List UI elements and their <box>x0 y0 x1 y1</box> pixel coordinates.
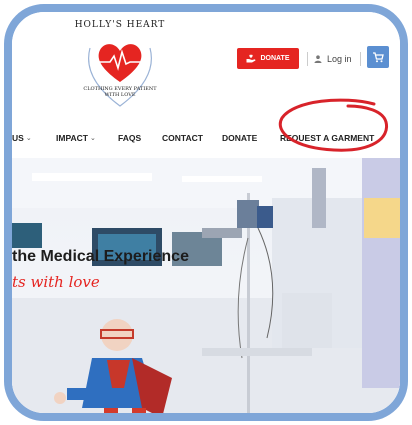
nav-item-faqs[interactable]: FAQS <box>118 133 141 143</box>
cart-button[interactable] <box>367 46 389 68</box>
user-icon <box>314 55 322 63</box>
login-link[interactable]: Log in <box>314 52 352 66</box>
login-label: Log in <box>327 54 352 64</box>
header-divider <box>307 52 308 66</box>
nav-item-us[interactable]: US ⌄ <box>12 133 32 143</box>
nav-item-contact[interactable]: CONTACT <box>162 133 203 143</box>
heart-logo-icon <box>88 44 152 107</box>
donate-button-label: DONATE <box>260 55 290 62</box>
hand-heart-icon <box>246 54 256 63</box>
donate-button[interactable]: DONATE <box>237 48 299 69</box>
nav-item-label: US <box>12 133 24 143</box>
chevron-down-icon: ⌄ <box>89 135 96 142</box>
nav-item-label: CONTACT <box>162 133 203 143</box>
chevron-down-icon: ⌄ <box>25 135 32 142</box>
nav-item-label: DONATE <box>222 133 258 143</box>
logo-tagline: CLOTHING EVERY PATIENT WITH LOVE <box>70 86 170 98</box>
nav-item-label: IMPACT <box>56 133 88 143</box>
screenshot-frame: HOLLY'S HEART CLOTHING EVERY PATIENT WIT… <box>4 4 408 421</box>
logo-tagline-line2: WITH LOVE <box>104 92 136 98</box>
nav-item-donate[interactable]: DONATE <box>222 133 257 143</box>
hero-title: the Medical Experience <box>12 248 189 265</box>
nav-item-impact[interactable]: IMPACT ⌄ <box>56 133 96 143</box>
header-divider <box>360 52 361 66</box>
cart-icon <box>373 52 384 63</box>
red-circle-annotation <box>278 98 389 152</box>
hero-subtitle: ts with love <box>12 273 100 291</box>
site-logo[interactable]: HOLLY'S HEART CLOTHING EVERY PATIENT WIT… <box>70 18 170 114</box>
hero-banner: the Medical Experience ts with love <box>12 158 400 413</box>
nav-item-label: FAQS <box>118 133 142 143</box>
